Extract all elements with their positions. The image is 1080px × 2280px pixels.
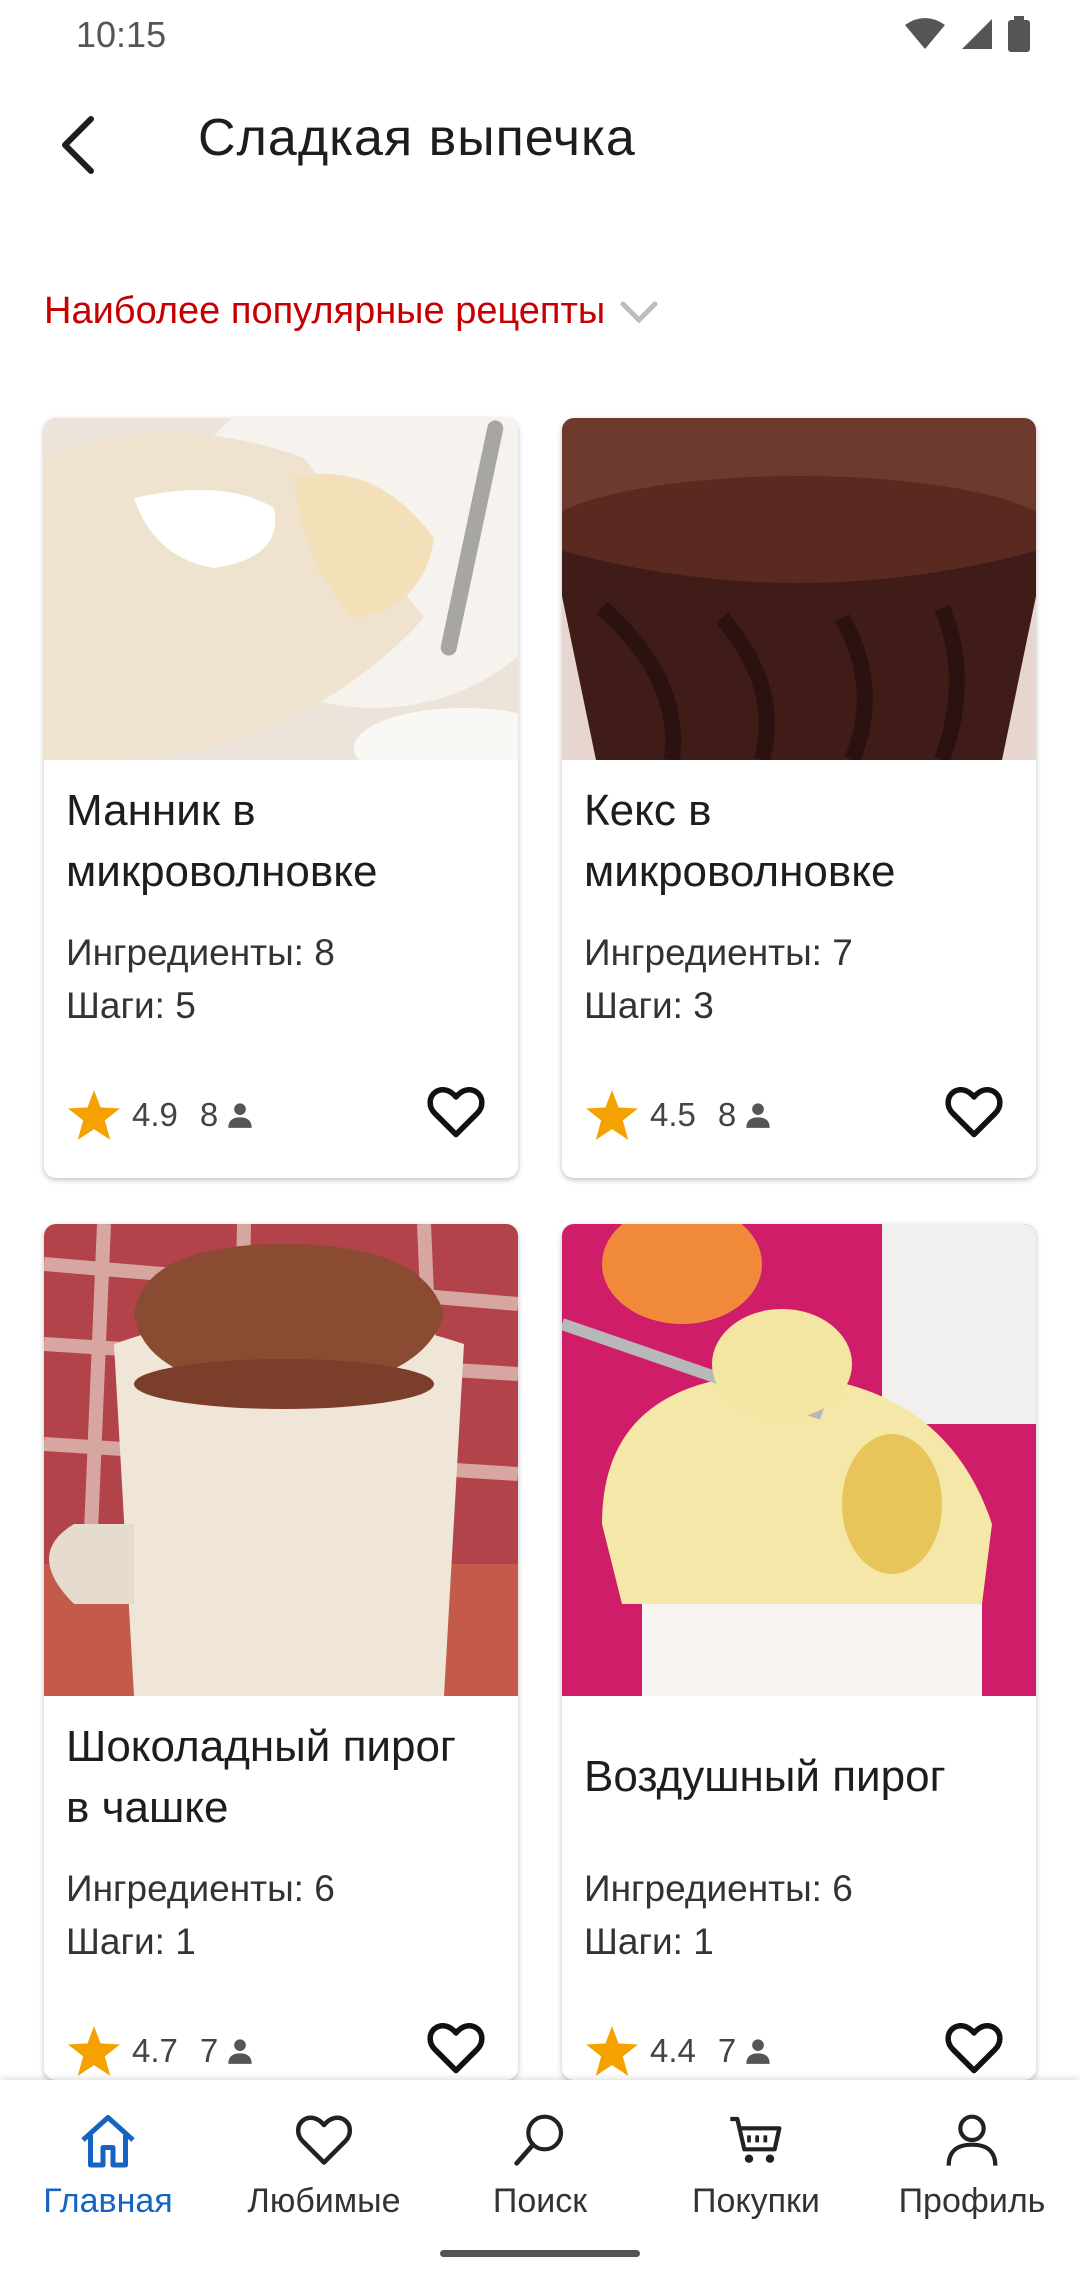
nav-home-label: Главная xyxy=(43,2182,173,2220)
heart-outline-icon xyxy=(945,2022,1003,2074)
ingredients-count: Ингредиенты: 6 xyxy=(66,1868,335,1909)
recipe-card[interactable]: Шоколадный пирог в чашке Ингредиенты: 6 … xyxy=(44,1224,518,2080)
recipe-title: Манник в микроволновке xyxy=(66,786,378,896)
person-icon xyxy=(228,1103,252,1128)
heart-outline-icon xyxy=(427,2022,485,2074)
recipe-image-mannik xyxy=(44,418,518,760)
recipe-rating: 4.9 8 xyxy=(68,1090,254,1140)
page-title: Сладкая выпечка xyxy=(198,109,636,167)
wifi-icon xyxy=(905,18,945,49)
rating-value: 4.9 xyxy=(132,1096,178,1133)
recipe-meta: Ингредиенты: 7 Шаги: 3 xyxy=(584,926,853,1032)
recipe-image-mug-cake xyxy=(44,1224,518,1696)
nav-shopping-label: Покупки xyxy=(692,2182,820,2220)
steps-count: Шаги: 3 xyxy=(584,985,714,1026)
recipe-title: Шоколадный пирог в чашке xyxy=(66,1722,456,1832)
recipe-card[interactable]: Воздушный пирог Ингредиенты: 6 Шаги: 1 4… xyxy=(562,1224,1036,2080)
recipe-meta: Ингредиенты: 8 Шаги: 5 xyxy=(66,926,335,1032)
recipe-meta: Ингредиенты: 6 Шаги: 1 xyxy=(66,1862,335,1968)
recipe-rating: 4.7 7 xyxy=(68,2026,254,2076)
ingredients-count: Ингредиенты: 7 xyxy=(584,932,853,973)
recipe-image-fluffy-pie xyxy=(562,1224,1036,1696)
favorite-button[interactable] xyxy=(426,1082,486,1142)
rating-value: 4.5 xyxy=(650,1096,696,1133)
status-bar: 10:15 xyxy=(0,0,1080,70)
signal-icon xyxy=(962,19,992,49)
rating-value: 4.4 xyxy=(650,2032,696,2069)
recipe-image-chocolate-muffin xyxy=(562,418,1036,760)
sort-dropdown-label: Наиболее популярные рецепты xyxy=(44,290,606,332)
ingredients-count: Ингредиенты: 8 xyxy=(66,932,335,973)
reviewers-count: 7 xyxy=(199,2032,219,2069)
nav-profile[interactable]: Профиль xyxy=(864,2108,1080,2221)
favorite-button[interactable] xyxy=(944,1082,1004,1142)
heart-outline-icon xyxy=(945,1086,1003,1138)
chevron-down-icon xyxy=(620,301,658,324)
back-button[interactable] xyxy=(44,110,114,180)
back-arrow-icon xyxy=(62,116,94,174)
recipe-meta: Ингредиенты: 6 Шаги: 1 xyxy=(584,1862,853,1968)
favorite-button[interactable] xyxy=(426,2018,486,2078)
gesture-home-bar[interactable] xyxy=(440,2250,640,2257)
favorite-button[interactable] xyxy=(944,2018,1004,2078)
star-icon xyxy=(586,1090,638,1140)
steps-count: Шаги: 1 xyxy=(584,1921,714,1962)
recipe-title: Кекс в микроволновке xyxy=(584,786,896,896)
steps-count: Шаги: 1 xyxy=(66,1921,196,1962)
heart-outline-icon xyxy=(427,1086,485,1138)
recipe-card[interactable]: Кекс в микроволновке Ингредиенты: 7 Шаги… xyxy=(562,418,1036,1178)
recipe-rating: 4.5 8 xyxy=(586,1090,772,1140)
recipe-card[interactable]: Манник в микроволновке Ингредиенты: 8 Ша… xyxy=(44,418,518,1178)
nav-home[interactable]: Главная xyxy=(0,2108,216,2221)
person-icon xyxy=(746,1103,770,1128)
nav-search-label: Поиск xyxy=(492,2182,588,2220)
rating-value: 4.7 xyxy=(132,2032,178,2069)
nav-shopping[interactable]: Покупки xyxy=(648,2108,864,2221)
nav-search[interactable]: Поиск xyxy=(432,2108,648,2221)
cart-icon xyxy=(730,2116,782,2163)
nav-favorites[interactable]: Любимые xyxy=(216,2108,432,2221)
nav-profile-label: Профиль xyxy=(898,2182,1046,2220)
person-icon xyxy=(746,2039,770,2064)
heart-icon xyxy=(295,2115,353,2165)
profile-icon xyxy=(946,2114,998,2166)
reviewers-count: 8 xyxy=(199,1096,219,1133)
top-app-bar: Сладкая выпечка xyxy=(0,90,1080,200)
battery-icon xyxy=(1008,16,1030,52)
nav-favorites-label: Любимые xyxy=(247,2182,401,2220)
person-icon xyxy=(228,2039,252,2064)
reviewers-count: 7 xyxy=(717,2032,737,2069)
home-icon xyxy=(81,2115,135,2168)
star-icon xyxy=(68,1090,120,1140)
steps-count: Шаги: 5 xyxy=(66,985,196,1026)
recipe-rating: 4.4 7 xyxy=(586,2026,772,2076)
sort-dropdown[interactable]: Наиболее популярные рецепты xyxy=(44,290,659,333)
recipe-title: Воздушный пирог xyxy=(584,1752,946,1801)
star-icon xyxy=(586,2026,638,2076)
reviewers-count: 8 xyxy=(717,1096,737,1133)
search-icon xyxy=(514,2114,564,2166)
status-time: 10:15 xyxy=(76,14,167,55)
status-icons xyxy=(904,16,1030,52)
star-icon xyxy=(68,2026,120,2076)
ingredients-count: Ингредиенты: 6 xyxy=(584,1868,853,1909)
